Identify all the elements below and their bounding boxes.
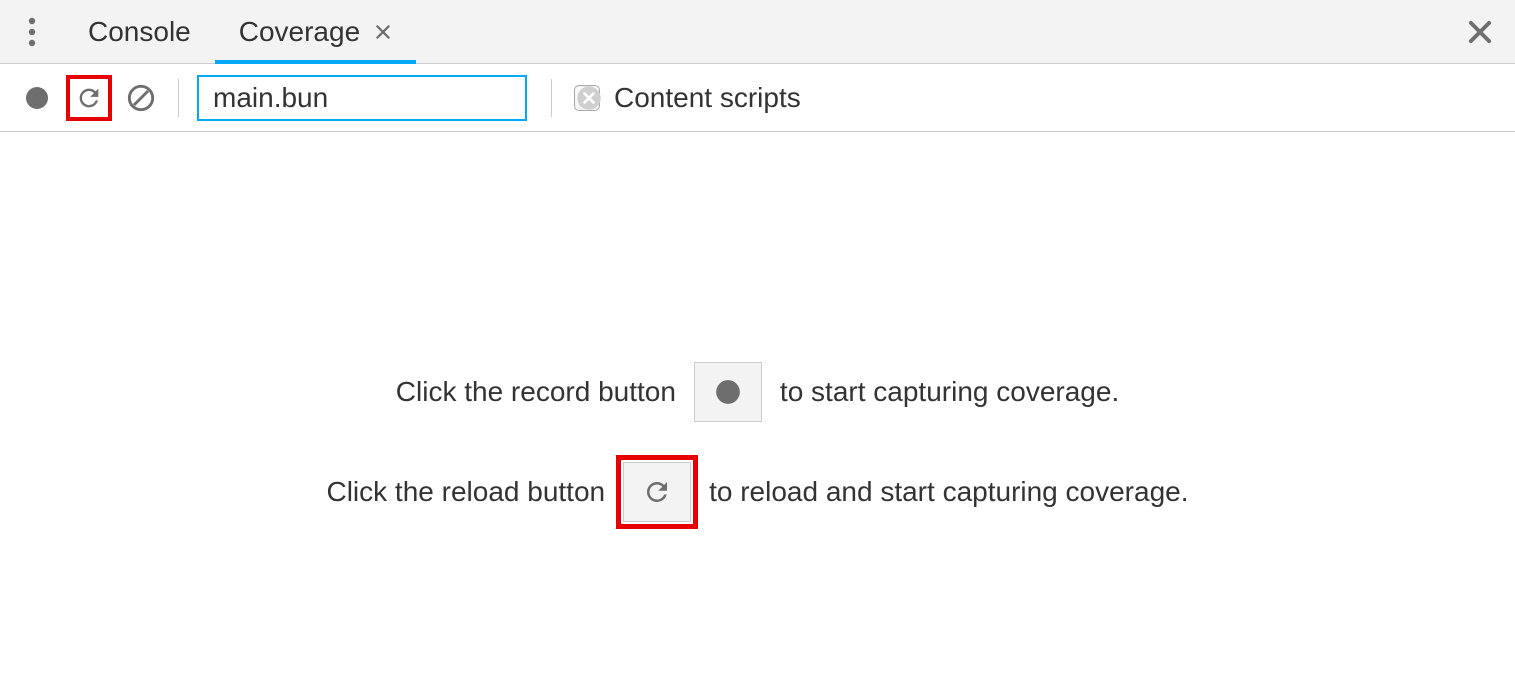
coverage-toolbar: Content scripts [0,64,1515,132]
drawer-tab-bar: Console Coverage [0,0,1515,64]
url-filter-input[interactable] [211,81,576,115]
hint-text: to start capturing coverage. [780,376,1119,408]
hint-text: to reload and start capturing coverage. [709,476,1188,508]
reload-icon [75,84,103,112]
inline-record-button[interactable] [694,362,762,422]
content-scripts-toggle[interactable]: Content scripts [574,82,801,114]
hint-text: Click the reload button [326,476,605,508]
tab-console[interactable]: Console [64,0,215,63]
record-icon [24,85,50,111]
url-filter-field[interactable] [197,75,527,121]
inline-reload-button[interactable] [623,462,691,522]
clear-icon [127,84,155,112]
tab-label: Console [88,16,191,48]
record-icon [714,378,742,406]
reload-icon [642,477,672,507]
tab-label: Coverage [239,16,360,48]
clear-filter-button[interactable] [576,85,602,111]
record-button[interactable] [18,79,56,117]
toolbar-divider [178,79,179,117]
clear-input-icon [576,85,602,111]
coverage-empty-state: Click the record button to start capturi… [0,132,1515,522]
clear-coverage-button[interactable] [122,79,160,117]
more-tabs-button[interactable] [0,0,64,63]
tab-coverage[interactable]: Coverage [215,0,416,63]
reload-button[interactable] [66,75,112,121]
record-hint-row: Click the record button to start capturi… [396,362,1119,422]
close-tab-button[interactable] [374,23,392,41]
reload-hint-row: Click the reload button to reload and st… [326,462,1188,522]
hint-text: Click the record button [396,376,676,408]
close-icon [374,23,392,41]
kebab-icon [28,17,36,47]
checkbox-label: Content scripts [614,82,801,114]
close-drawer-button[interactable] [1467,19,1493,45]
close-icon [1467,19,1493,45]
